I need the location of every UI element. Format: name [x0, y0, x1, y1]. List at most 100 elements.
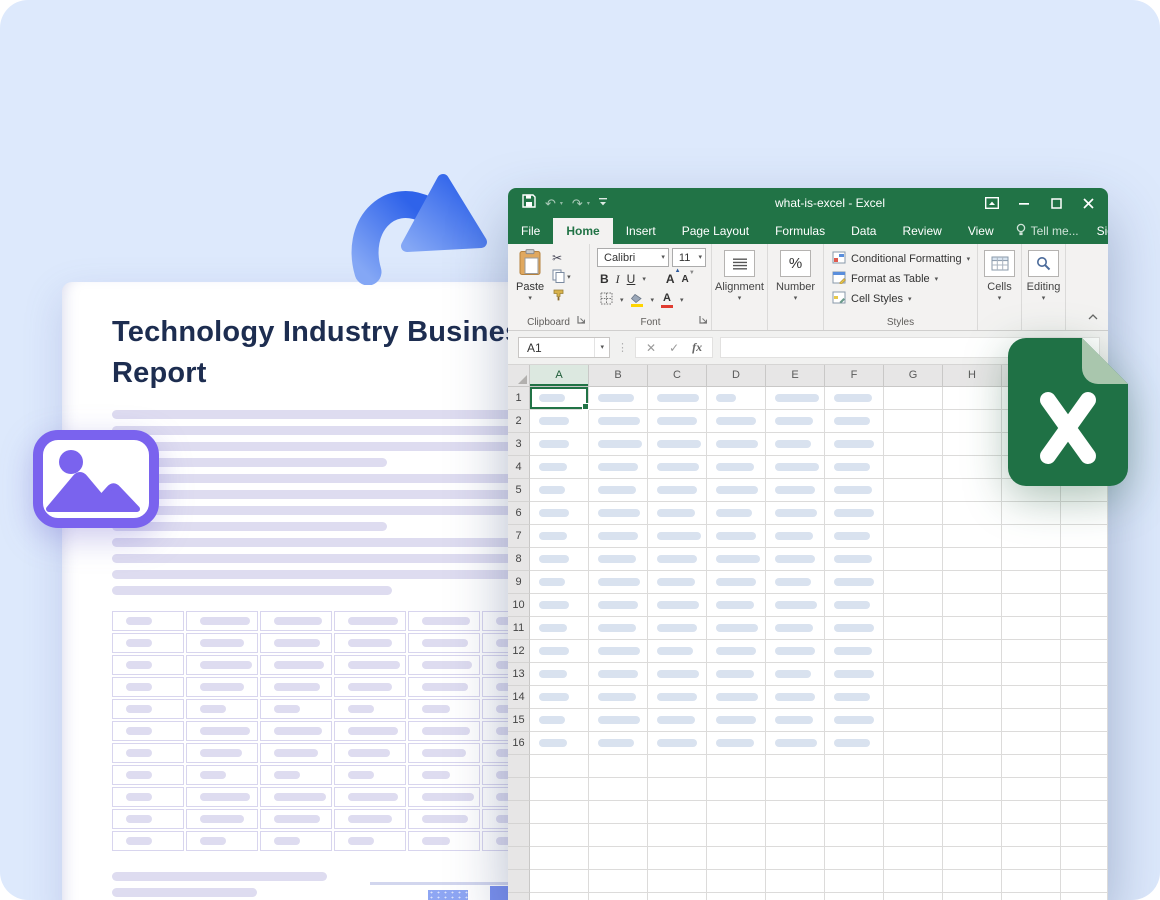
cell-I8[interactable]	[1002, 548, 1061, 571]
cell-I14[interactable]	[1002, 686, 1061, 709]
cell-B14[interactable]	[589, 686, 648, 709]
close-icon[interactable]	[1072, 188, 1104, 218]
cell-G13[interactable]	[884, 663, 943, 686]
cell-H3[interactable]	[943, 433, 1002, 456]
italic-button[interactable]: I	[616, 272, 620, 287]
cell-E9[interactable]	[766, 571, 825, 594]
name-box-dropdown-icon[interactable]: ▾	[594, 338, 609, 357]
cell-J12[interactable]	[1061, 640, 1108, 663]
cell-C7[interactable]	[648, 525, 707, 548]
cell-H22[interactable]	[943, 870, 1002, 893]
cell-A19[interactable]	[530, 801, 589, 824]
cell-H11[interactable]	[943, 617, 1002, 640]
row-header-4[interactable]: 4	[508, 456, 530, 479]
cell-C22[interactable]	[648, 870, 707, 893]
row-header-13[interactable]: 13	[508, 663, 530, 686]
font-name-select[interactable]: Calibri ▾	[597, 248, 669, 267]
cell-C6[interactable]	[648, 502, 707, 525]
format-as-table-button[interactable]: Format as Table ▾	[832, 271, 977, 287]
cell-F18[interactable]	[825, 778, 884, 801]
cell-I15[interactable]	[1002, 709, 1061, 732]
cell-B5[interactable]	[589, 479, 648, 502]
cell-F22[interactable]	[825, 870, 884, 893]
cell-C3[interactable]	[648, 433, 707, 456]
cell-C16[interactable]	[648, 732, 707, 755]
fill-color-button[interactable]	[631, 294, 644, 307]
cell-B2[interactable]	[589, 410, 648, 433]
cell-C2[interactable]	[648, 410, 707, 433]
cell-F19[interactable]	[825, 801, 884, 824]
cell-A22[interactable]	[530, 870, 589, 893]
clipboard-dialog-launcher-icon[interactable]	[577, 315, 586, 327]
row-header-10[interactable]: 10	[508, 594, 530, 617]
cell-J7[interactable]	[1061, 525, 1108, 548]
conditional-formatting-button[interactable]: Conditional Formatting ▾	[832, 251, 977, 267]
cell-D21[interactable]	[707, 847, 766, 870]
cell-B12[interactable]	[589, 640, 648, 663]
cell-I19[interactable]	[1002, 801, 1061, 824]
cell-B7[interactable]	[589, 525, 648, 548]
cancel-entry-icon[interactable]: ✕	[646, 341, 656, 355]
cell-J23[interactable]	[1061, 893, 1108, 900]
cell-H18[interactable]	[943, 778, 1002, 801]
row-header[interactable]	[508, 824, 530, 847]
cell-H6[interactable]	[943, 502, 1002, 525]
underline-dropdown-icon[interactable]: ▾	[642, 276, 646, 283]
cell-A2[interactable]	[530, 410, 589, 433]
row-header[interactable]	[508, 755, 530, 778]
editing-button[interactable]: Editing ▾	[1022, 244, 1065, 330]
cell-H4[interactable]	[943, 456, 1002, 479]
cell-G1[interactable]	[884, 387, 943, 410]
cell-D22[interactable]	[707, 870, 766, 893]
collapse-ribbon-icon[interactable]	[1088, 307, 1098, 325]
minimize-icon[interactable]	[1008, 188, 1040, 218]
cell-B8[interactable]	[589, 548, 648, 571]
redo-dropdown-icon[interactable]: ▾	[587, 200, 590, 207]
cell-D17[interactable]	[707, 755, 766, 778]
cell-J16[interactable]	[1061, 732, 1108, 755]
cell-F1[interactable]	[825, 387, 884, 410]
cell-F9[interactable]	[825, 571, 884, 594]
cell-E15[interactable]	[766, 709, 825, 732]
cell-I9[interactable]	[1002, 571, 1061, 594]
column-header-C[interactable]: C	[648, 365, 707, 387]
cell-A18[interactable]	[530, 778, 589, 801]
increase-font-size-button[interactable]: A▲	[666, 272, 675, 286]
cell-B10[interactable]	[589, 594, 648, 617]
confirm-entry-icon[interactable]: ✓	[669, 341, 679, 355]
row-header-8[interactable]: 8	[508, 548, 530, 571]
cell-G5[interactable]	[884, 479, 943, 502]
cell-J9[interactable]	[1061, 571, 1108, 594]
column-header-A[interactable]: A	[530, 365, 589, 387]
cell-E12[interactable]	[766, 640, 825, 663]
copy-dropdown-icon[interactable]: ▾	[567, 274, 571, 281]
cell-D8[interactable]	[707, 548, 766, 571]
cell-B20[interactable]	[589, 824, 648, 847]
cell-I21[interactable]	[1002, 847, 1061, 870]
tab-formulas[interactable]: Formulas	[762, 218, 838, 244]
cell-B18[interactable]	[589, 778, 648, 801]
cell-A9[interactable]	[530, 571, 589, 594]
cell-J22[interactable]	[1061, 870, 1108, 893]
row-header[interactable]	[508, 893, 530, 900]
cell-C12[interactable]	[648, 640, 707, 663]
cell-E2[interactable]	[766, 410, 825, 433]
undo-icon[interactable]: ↶	[545, 197, 556, 210]
cell-B19[interactable]	[589, 801, 648, 824]
cell-G9[interactable]	[884, 571, 943, 594]
row-header-11[interactable]: 11	[508, 617, 530, 640]
column-header-G[interactable]: G	[884, 365, 943, 387]
cell-C20[interactable]	[648, 824, 707, 847]
borders-button[interactable]	[600, 292, 613, 308]
cell-C21[interactable]	[648, 847, 707, 870]
row-header-1[interactable]: 1	[508, 387, 530, 410]
bold-button[interactable]: B	[600, 272, 609, 286]
cell-B4[interactable]	[589, 456, 648, 479]
cell-F11[interactable]	[825, 617, 884, 640]
cell-G2[interactable]	[884, 410, 943, 433]
cell-E17[interactable]	[766, 755, 825, 778]
cell-G14[interactable]	[884, 686, 943, 709]
cell-J21[interactable]	[1061, 847, 1108, 870]
cell-C15[interactable]	[648, 709, 707, 732]
cell-F20[interactable]	[825, 824, 884, 847]
